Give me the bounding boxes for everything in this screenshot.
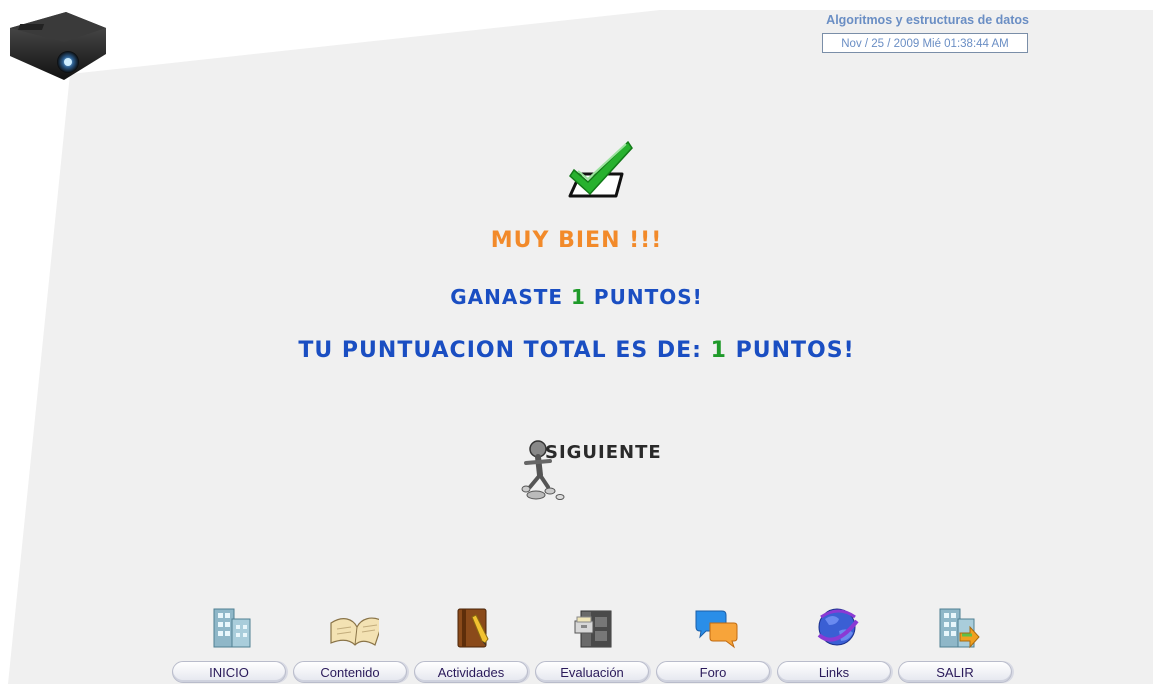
nav-button-foro[interactable]: Foro: [656, 661, 770, 683]
nav-item-links[interactable]: Links: [777, 605, 895, 684]
next-button-label[interactable]: SIGUIENTE: [545, 442, 662, 463]
check-ballot-icon: [568, 140, 633, 198]
nav-button-links[interactable]: Links: [777, 661, 891, 683]
projector-icon: [10, 12, 106, 80]
nav-item-inicio[interactable]: INICIO: [172, 605, 290, 684]
total-prefix: TU PUNTUACION TOTAL ES DE:: [298, 338, 711, 363]
notebook-pencil-icon: [457, 608, 489, 648]
nav-button-actividades[interactable]: Actividades: [414, 661, 528, 683]
earned-prefix: GANASTE: [450, 285, 572, 309]
total-points-value: 1: [710, 338, 727, 363]
total-score-text: TU PUNTUACION TOTAL ES DE: 1 PUNTOS!: [0, 338, 1153, 363]
nav-item-salir[interactable]: SALIR: [898, 605, 1016, 684]
nav-item-foro[interactable]: Foro: [656, 605, 774, 684]
nav-button-contenido[interactable]: Contenido: [293, 661, 407, 683]
earned-suffix: PUNTOS!: [585, 285, 703, 309]
nav-item-contenido[interactable]: Contenido: [293, 605, 411, 684]
success-message: MUY BIEN !!!: [490, 228, 663, 253]
nav-button-salir[interactable]: SALIR: [898, 661, 1012, 683]
globe-icon: [817, 608, 859, 646]
total-suffix: PUNTOS!: [726, 338, 855, 363]
open-book-icon: [330, 617, 379, 646]
course-title: Algoritmos y estructuras de datos: [826, 13, 1029, 27]
earned-points-text: GANASTE 1 PUNTOS!: [0, 285, 1153, 309]
page: Algoritmos y estructuras de datos Nov / …: [0, 0, 1153, 684]
nav-button-evaluacion[interactable]: Evaluación: [535, 661, 649, 683]
nav-button-inicio[interactable]: INICIO: [172, 661, 286, 683]
building-icon: [213, 608, 251, 648]
file-cabinet-icon: [574, 610, 612, 648]
nav-item-actividades[interactable]: Actividades: [414, 605, 532, 684]
building-exit-icon: [939, 608, 980, 649]
chat-bubbles-icon: [695, 610, 738, 649]
earned-points-value: 1: [571, 285, 586, 309]
datetime-display: Nov / 25 / 2009 Mié 01:38:44 AM: [822, 33, 1028, 53]
nav-item-evaluacion[interactable]: Evaluación: [535, 605, 653, 684]
